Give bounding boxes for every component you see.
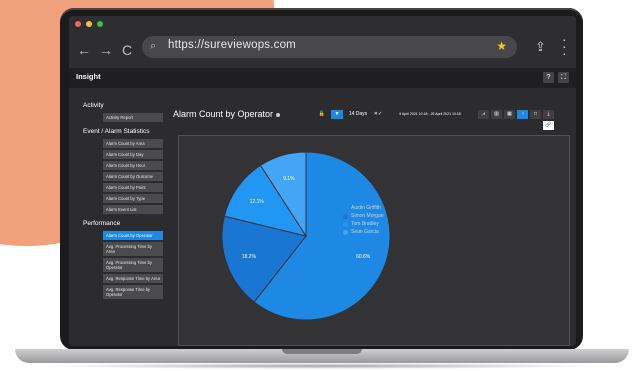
link-icon[interactable]: 🔗 [543, 121, 554, 130]
legend-label: Sean Garcia [351, 229, 379, 235]
sidebar-section-title: Performance [83, 220, 121, 227]
report-title: Alarm Count by Operator [173, 109, 281, 119]
sidebar-item-alarm-count-by-point[interactable]: Alarm Count by Point [103, 183, 163, 192]
sidebar-item-avg-processing-time-by-operator[interactable]: Avg. Processing Time by Operator [103, 258, 163, 272]
date-range-text[interactable]: 9 April 2021 10:18 - 25 April 2021 10:18 [385, 110, 475, 119]
legend-label: Austin Griffith [351, 205, 381, 211]
lock-icon[interactable]: 🔓 [317, 110, 327, 119]
sidebar-item-alarm-event-list[interactable]: Alarm Event List [103, 205, 163, 214]
report-sidebar: Activity Activity Report Event / Alarm S… [83, 96, 173, 301]
legend-item[interactable]: Tom Bradley [343, 221, 384, 227]
laptop-notch [282, 349, 362, 354]
clear-confirm-icon[interactable]: ✕✓ [372, 110, 384, 119]
bar-chart-icon[interactable]: ▥ [491, 110, 502, 119]
legend-swatch [343, 221, 348, 227]
legend-label: Simon Morgan [351, 213, 384, 219]
sidebar-item-alarm-count-by-type[interactable]: Alarm Count by Type [103, 194, 163, 203]
fullscreen-icon[interactable]: ⛶ [558, 72, 569, 83]
address-bar[interactable]: ⌕ https://sureviewops.com ★ [142, 36, 517, 58]
pie-slice-label: 9.1% [283, 176, 295, 182]
laptop-screen: ← → C ⌕ https://sureviewops.com ★ ⇪ · · · … [69, 16, 576, 346]
chart-legend: Austin Griffith Simon Morgan Tom Bradley Se… [343, 205, 384, 237]
sidebar-section-title: Activity [83, 102, 104, 109]
laptop-shadow [40, 363, 604, 369]
browser-menu-icon[interactable]: · · · [562, 32, 567, 60]
pie-slice-label: 18.2% [242, 254, 257, 260]
sidebar-section-title: Event / Alarm Statistics [83, 128, 150, 135]
table-icon[interactable]: ▦ [504, 110, 515, 119]
search-icon: ⌕ [150, 40, 157, 52]
legend-label: Tom Bradley [351, 221, 379, 227]
share-icon[interactable]: ⇪ [535, 39, 546, 55]
legend-swatch [343, 205, 348, 211]
sidebar-item-activity-report[interactable]: Activity Report [103, 113, 163, 122]
sidebar-item-alarm-count-by-operator[interactable]: Alarm Count by Operator [103, 231, 163, 240]
chart-panel: 60.6% 18.2% 12.1% 9.1% [178, 135, 570, 346]
date-range-preset[interactable]: 14 Days [347, 110, 369, 119]
window-controls [75, 21, 103, 27]
back-arrow-icon[interactable]: ← [77, 43, 91, 57]
line-chart-icon[interactable]: ⩘ [478, 110, 489, 119]
pie-chart-icon[interactable]: ◔ [517, 110, 528, 119]
app-title: Insight [76, 72, 101, 81]
info-icon[interactable] [276, 112, 281, 117]
legend-swatch [343, 229, 348, 235]
download-icon[interactable]: ⤓ [543, 110, 554, 119]
url-text[interactable]: https://sureviewops.com [168, 39, 296, 51]
sidebar-item-avg-response-time-by-area[interactable]: Avg. Response Time by Area [103, 274, 163, 283]
report-title-text: Alarm Count by Operator [173, 109, 274, 119]
sidebar-item-alarm-count-by-day[interactable]: Alarm Count by Day [103, 150, 163, 159]
legend-item[interactable]: Austin Griffith [343, 205, 384, 211]
minimize-window-button[interactable] [86, 21, 92, 27]
filter-icon[interactable]: ▼ [331, 110, 343, 119]
sidebar-item-alarm-count-by-hour[interactable]: Alarm Count by Hour [103, 161, 163, 170]
legend-swatch [343, 213, 348, 219]
legend-item[interactable]: Simon Morgan [343, 213, 384, 219]
reload-icon[interactable]: C [122, 43, 132, 57]
browser-chrome: ← → C ⌕ https://sureviewops.com ★ ⇪ · · · [69, 16, 576, 68]
close-window-button[interactable] [75, 21, 81, 27]
forward-arrow-icon[interactable]: → [99, 43, 113, 57]
pie-slice-label: 12.1% [250, 199, 265, 205]
sidebar-item-avg-response-time-by-operator[interactable]: Avg. Response Time by Operator [103, 285, 163, 299]
pie-slice-label: 60.6% [356, 254, 371, 260]
help-button[interactable]: ? [543, 72, 554, 83]
sidebar-item-alarm-count-by-outcome[interactable]: Alarm Count by Outcome [103, 172, 163, 181]
square-icon[interactable]: □ [530, 110, 541, 119]
bookmark-star-icon[interactable]: ★ [496, 39, 507, 53]
legend-item[interactable]: Sean Garcia [343, 229, 384, 235]
pie-chart: 60.6% 18.2% 12.1% 9.1% [221, 151, 391, 321]
maximize-window-button[interactable] [97, 21, 103, 27]
app-body: Activity Activity Report Event / Alarm S… [69, 88, 576, 346]
app-header: Insight ? ⛶ [69, 68, 576, 88]
sidebar-item-avg-processing-time-by-area[interactable]: Avg. Processing Time by Area [103, 242, 163, 256]
sidebar-item-alarm-count-by-area[interactable]: Alarm Count by Area [103, 139, 163, 148]
